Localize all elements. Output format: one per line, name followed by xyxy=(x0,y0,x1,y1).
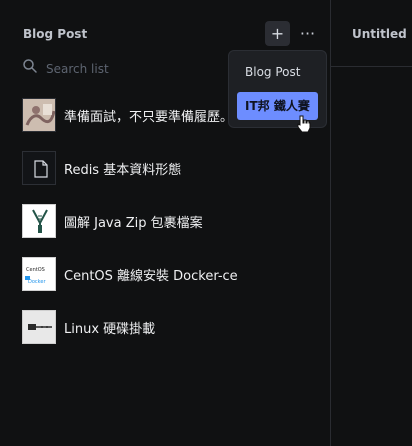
add-button[interactable]: + xyxy=(265,21,290,46)
list-item[interactable]: 圖解 Java Zip 包裹檔案 xyxy=(22,204,312,238)
zipper-thumbnail-icon xyxy=(23,205,55,237)
docker-label: Docker xyxy=(28,279,46,285)
centos-docker-thumbnail-icon: CentOS Docker xyxy=(23,258,55,290)
post-title: 準備面試，不只要準備履歷。 xyxy=(64,110,234,125)
plus-icon: + xyxy=(270,23,285,43)
post-thumbnail xyxy=(22,204,56,238)
post-thumbnail xyxy=(22,98,56,132)
document-icon xyxy=(34,160,48,178)
menu-item-blog-post[interactable]: Blog Post xyxy=(237,58,318,86)
list-item[interactable]: Redis 基本資料形態 xyxy=(22,151,312,185)
drive-thumbnail-icon xyxy=(23,311,55,343)
post-thumbnail: CentOS Docker xyxy=(22,257,56,291)
post-title: Redis 基本資料形態 xyxy=(64,163,182,178)
untitled-tab-title: Untitled xyxy=(352,27,407,41)
post-title: CentOS 離線安裝 Docker-ce xyxy=(64,269,238,284)
post-title: Linux 硬碟掛載 xyxy=(64,322,156,337)
list-item[interactable]: Linux 硬碟掛載 xyxy=(22,310,312,344)
centos-label: CentOS xyxy=(26,267,45,273)
menu-item-it-contest[interactable]: IT邦 鐵人賽 xyxy=(237,92,318,120)
list-item[interactable]: CentOS Docker CentOS 離線安裝 Docker-ce xyxy=(22,257,312,291)
search-icon xyxy=(23,59,37,73)
untitled-tab[interactable]: Untitled xyxy=(330,0,412,67)
photo-thumbnail-icon xyxy=(23,99,55,131)
more-icon: ··· xyxy=(299,23,316,43)
post-title: 圖解 Java Zip 包裹檔案 xyxy=(64,216,203,231)
more-options-button[interactable]: ··· xyxy=(295,21,320,46)
post-thumbnail xyxy=(22,310,56,344)
new-item-menu: Blog Post IT邦 鐵人賽 xyxy=(228,50,327,128)
page-title: Blog Post xyxy=(23,27,88,41)
post-thumbnail xyxy=(22,151,56,185)
